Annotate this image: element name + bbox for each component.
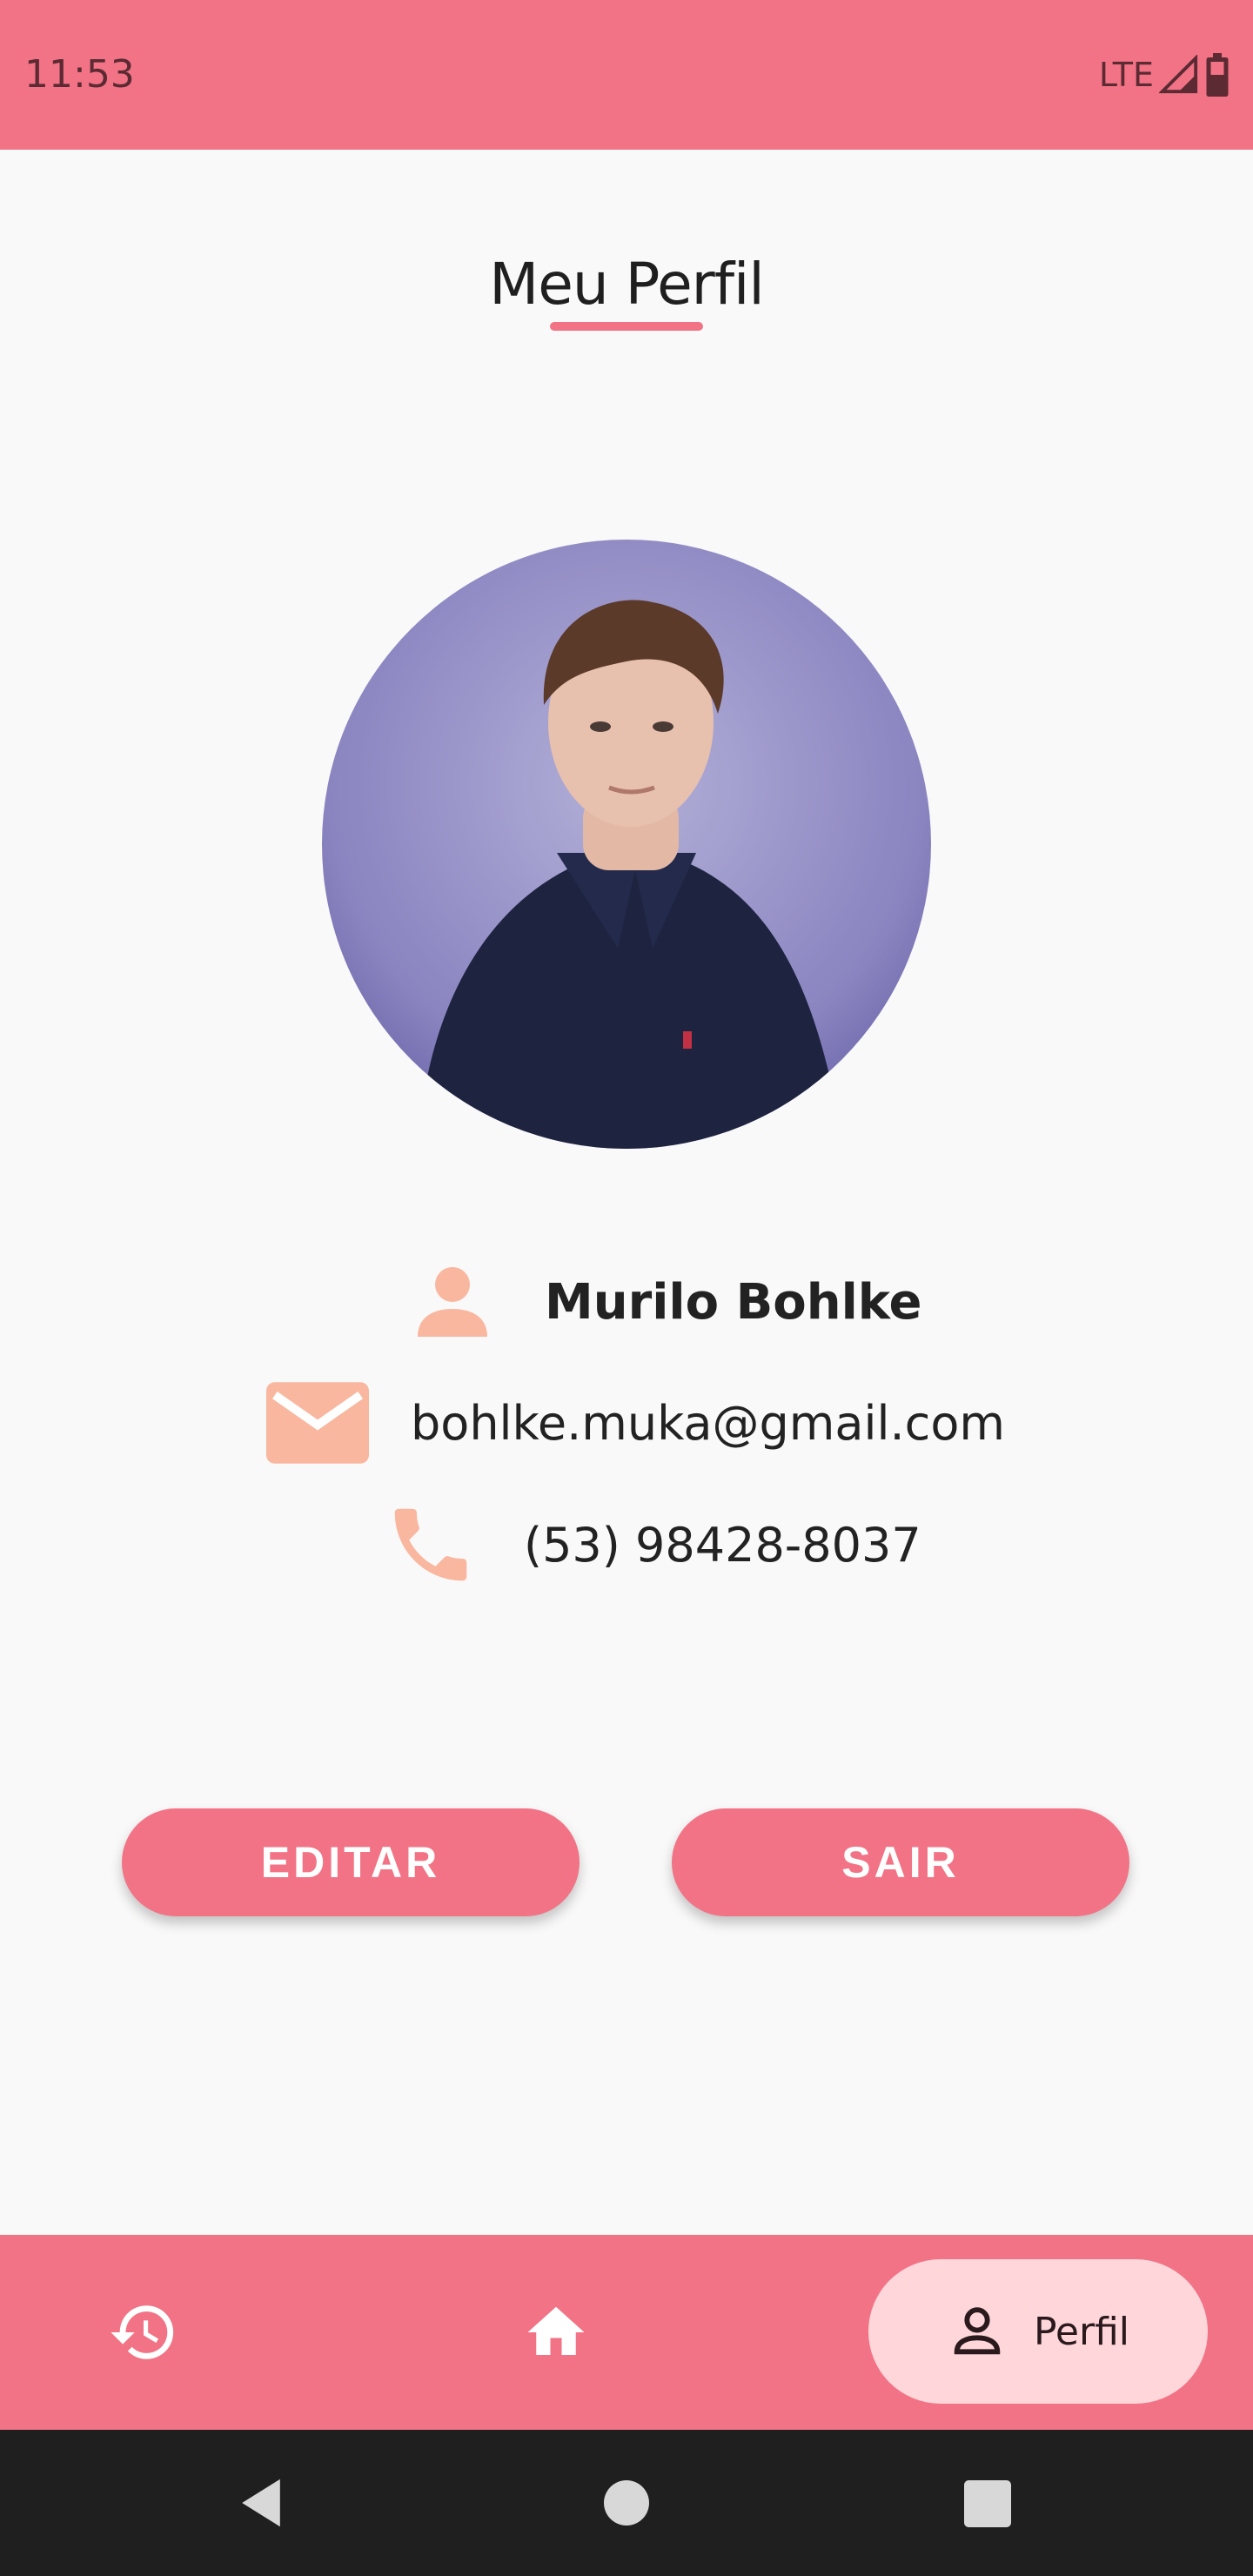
person-icon: [418, 1267, 487, 1337]
name-row: Murilo Bohlke: [409, 1260, 922, 1344]
profile-avatar: [322, 540, 931, 1149]
page-title: Meu Perfil: [489, 251, 764, 318]
edit-button[interactable]: EDITAR: [122, 1808, 580, 1916]
title-underline: [550, 322, 703, 331]
nav-home[interactable]: [499, 2284, 613, 2381]
recents-icon[interactable]: [964, 2480, 1011, 2527]
back-icon[interactable]: [237, 2477, 285, 2529]
nav-profile-label: Perfil: [1033, 2309, 1130, 2354]
status-bar: 11:53 LTE: [0, 0, 1253, 150]
phone-icon: [394, 1508, 467, 1581]
signal-icon: [1159, 55, 1198, 94]
phone-row: (53) 98428-8037: [383, 1497, 921, 1593]
nav-history[interactable]: [87, 2284, 200, 2381]
battery-icon: [1206, 53, 1229, 97]
network-type: LTE: [1098, 56, 1154, 94]
status-time: 11:53: [24, 52, 135, 97]
home-icon: [527, 2306, 585, 2355]
profile-name: Murilo Bohlke: [545, 1273, 922, 1331]
history-icon: [111, 2305, 174, 2359]
status-icons: LTE: [1099, 52, 1230, 97]
system-navigation-bar: [0, 2430, 1253, 2576]
profile-phone: (53) 98428-8037: [524, 1517, 921, 1573]
email-icon: [266, 1382, 369, 1464]
profile-email: bohlke.muka@gmail.com: [411, 1395, 1005, 1451]
person-outline-icon: [954, 2307, 1001, 2355]
home-circle-icon[interactable]: [604, 2480, 649, 2526]
email-row: bohlke.muka@gmail.com: [266, 1382, 1005, 1464]
bottom-navigation: Perfil: [0, 2235, 1253, 2430]
nav-profile[interactable]: Perfil: [868, 2259, 1208, 2404]
logout-button[interactable]: SAIR: [672, 1808, 1129, 1916]
